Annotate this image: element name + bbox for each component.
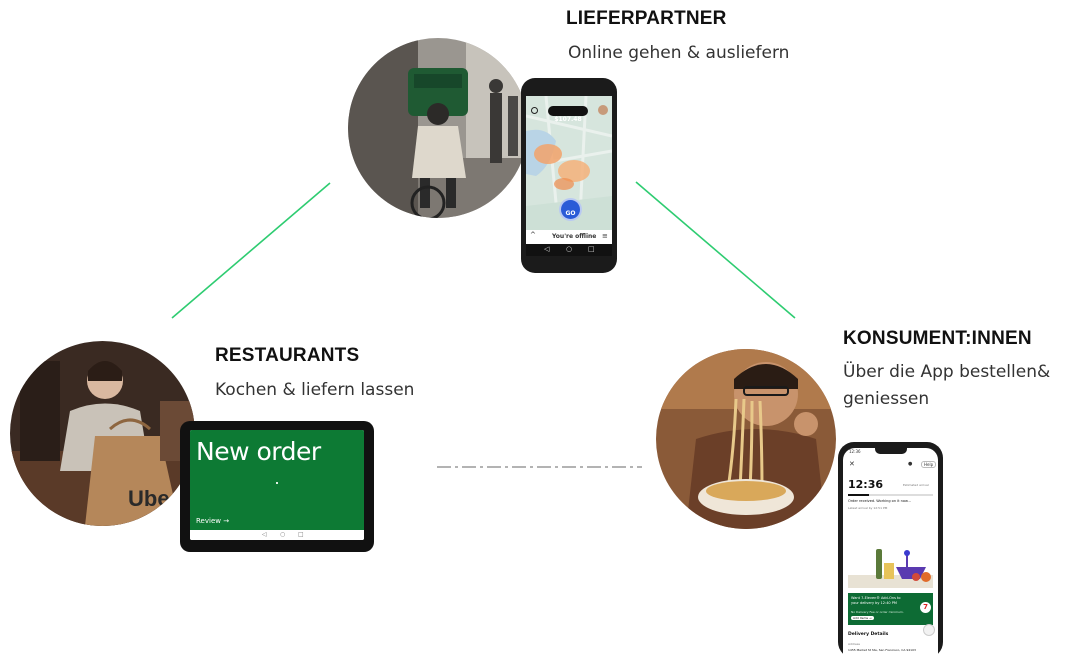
promo-add-items-button[interactable]: Add items → bbox=[851, 616, 874, 620]
konsument-subtitle-line2: geniessen bbox=[843, 389, 930, 409]
back-icon[interactable]: ◁ bbox=[544, 245, 549, 253]
chevron-up-icon[interactable]: ^ bbox=[530, 231, 536, 239]
driver-phone: $107.48 GO ^ You're offline ≡ ◁ ○ □ bbox=[521, 78, 617, 273]
review-button[interactable]: Review → bbox=[196, 517, 229, 525]
lieferpartner-title: LIEFERPARTNER bbox=[566, 8, 727, 29]
list-icon[interactable]: ≡ bbox=[602, 232, 608, 240]
estimated-arrival-label: Estimated arrival bbox=[903, 483, 929, 487]
recents-icon[interactable]: □ bbox=[588, 245, 595, 253]
latest-arrival-text: Latest arrival by 12:51 PM bbox=[848, 506, 888, 510]
courier-photo bbox=[348, 38, 528, 218]
earnings-label: $107.48 bbox=[554, 116, 582, 123]
address-value: 1455 Market St Ste, San Francisco, CA 94… bbox=[848, 648, 916, 652]
driver-app-screen: $107.48 GO ^ You're offline ≡ ◁ ○ □ bbox=[526, 96, 612, 256]
notch bbox=[875, 448, 907, 454]
scroll-handle[interactable] bbox=[923, 624, 935, 636]
konsument-title: KONSUMENT:INNEN bbox=[843, 328, 1032, 349]
promo-subtext: No Delivery Fee or order minimum. bbox=[851, 610, 904, 614]
person-icon[interactable]: ● bbox=[908, 461, 912, 467]
delivery-details-heading: Delivery Details bbox=[848, 632, 889, 637]
help-button[interactable]: Help bbox=[921, 461, 937, 468]
connector-lieferpartner-restaurants bbox=[171, 182, 331, 319]
go-label: GO bbox=[565, 210, 576, 217]
eta-time: 12:36 bbox=[848, 478, 884, 491]
earnings-pill[interactable]: $107.48 bbox=[548, 106, 588, 123]
home-icon[interactable]: ○ bbox=[566, 245, 572, 253]
tablet-nav-bar: ◁ ○ □ bbox=[190, 530, 364, 540]
android-nav-bar: ◁ ○ □ bbox=[526, 244, 612, 256]
restaurants-subtitle: Kochen & liefern lassen bbox=[215, 380, 415, 400]
driver-status-label: You're offline bbox=[552, 233, 597, 240]
go-button[interactable]: GO bbox=[561, 200, 580, 219]
back-icon[interactable]: ◁ bbox=[262, 531, 267, 538]
recents-icon[interactable]: □ bbox=[298, 531, 304, 538]
driver-avatar[interactable] bbox=[598, 105, 608, 115]
customer-phone: 12:36 ✕ ● Help 12:36 Estimated arrival O… bbox=[838, 442, 943, 658]
tablet-screen: New order Review → ◁ ○ □ bbox=[190, 430, 364, 540]
connector-lieferpartner-konsument bbox=[635, 181, 796, 319]
konsument-subtitle-line1: Über die App bestellen& bbox=[843, 362, 1051, 382]
customer-app-screen: 12:36 ✕ ● Help 12:36 Estimated arrival O… bbox=[843, 448, 938, 658]
restaurants-title: RESTAURANTS bbox=[215, 345, 360, 366]
order-illustration bbox=[848, 549, 933, 588]
progress-bar bbox=[848, 494, 933, 496]
status-time: 12:36 bbox=[849, 449, 861, 454]
new-order-headline: New order bbox=[196, 437, 321, 466]
new-order-panel: New order Review → bbox=[190, 430, 364, 530]
promo-text: Want 7-Eleven® Add-Ons to your delivery … bbox=[851, 596, 901, 605]
promo-card[interactable]: Want 7-Eleven® Add-Ons to your delivery … bbox=[848, 593, 933, 625]
close-icon[interactable]: ✕ bbox=[849, 460, 855, 468]
center-dot bbox=[276, 482, 278, 484]
search-icon[interactable] bbox=[531, 107, 538, 114]
restaurant-photo: Ube bbox=[10, 341, 195, 526]
restaurant-tablet: New order Review → ◁ ○ □ bbox=[180, 421, 374, 552]
home-icon[interactable]: ○ bbox=[280, 531, 285, 538]
driver-status-bar: ^ You're offline ≡ bbox=[526, 230, 612, 244]
progress-bar-fill bbox=[848, 494, 870, 496]
consumer-photo bbox=[656, 349, 836, 529]
seven-eleven-logo-icon: 7 bbox=[920, 602, 931, 613]
lieferpartner-subtitle: Online gehen & ausliefern bbox=[568, 43, 790, 63]
address-label: Address bbox=[848, 642, 860, 646]
order-status-text: Order received. Working on it now... bbox=[848, 499, 911, 503]
